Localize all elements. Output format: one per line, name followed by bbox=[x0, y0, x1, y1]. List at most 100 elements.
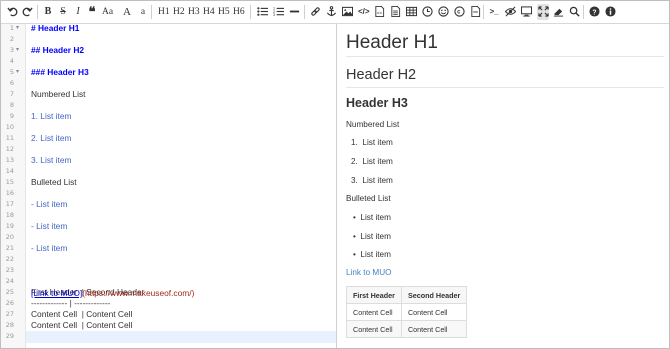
code-icon[interactable]: </> bbox=[358, 4, 370, 20]
redo-icon[interactable] bbox=[22, 4, 33, 20]
undo-icon[interactable] bbox=[7, 4, 18, 20]
bold-icon[interactable]: B bbox=[43, 4, 53, 20]
h2-button[interactable]: H2 bbox=[173, 4, 185, 20]
lowercase-icon[interactable]: a bbox=[138, 4, 148, 20]
preview-icon[interactable] bbox=[521, 4, 532, 20]
bulleted-list-item: • List item bbox=[353, 213, 391, 222]
horizontal-rule-icon[interactable] bbox=[289, 4, 300, 20]
markdown-link-url: (https://www.makeuseof.com/) bbox=[82, 288, 195, 298]
search-icon[interactable] bbox=[569, 4, 580, 20]
h3-button[interactable]: H3 bbox=[188, 4, 200, 20]
code-line-23[interactable]: [Link to MUO](https://www.makeuseof.com/… bbox=[31, 288, 194, 298]
h4-button[interactable]: H4 bbox=[203, 4, 215, 20]
line-number: 27 bbox=[5, 310, 14, 318]
h6-button[interactable]: H6 bbox=[233, 4, 245, 20]
line-number: 22 bbox=[5, 255, 14, 263]
datetime-icon[interactable] bbox=[422, 4, 433, 20]
line-number: 16 bbox=[5, 189, 14, 197]
code-line-28[interactable]: Content Cell | Content Cell bbox=[31, 320, 132, 330]
fold-marker-icon[interactable]: ▾ bbox=[16, 68, 19, 75]
fold-marker-icon[interactable]: ▾ bbox=[16, 24, 19, 31]
code-line-3[interactable]: ## Header H2 bbox=[31, 45, 84, 55]
svg-text:c: c bbox=[457, 10, 461, 16]
code-line-13[interactable]: 3. List item bbox=[31, 155, 72, 165]
quote-icon[interactable]: ❝ bbox=[87, 4, 97, 20]
numbered-list-item: 2. List item bbox=[351, 157, 393, 166]
code-block-icon[interactable]: <> bbox=[374, 4, 385, 20]
line-number: 23 bbox=[5, 266, 14, 274]
preview-h2: Header H2 bbox=[346, 67, 417, 83]
html-preview: Header H1 Header H2 Header H3 Numbered L… bbox=[337, 24, 669, 348]
active-line-highlight bbox=[26, 331, 336, 343]
markdown-editor-window: B S I ❝ Aa A a H1 H2 H3 H4 H5 H6 123 </>… bbox=[0, 0, 670, 349]
line-number: 26 bbox=[5, 299, 14, 307]
watch-icon[interactable] bbox=[505, 4, 516, 20]
line-number: 14 bbox=[5, 167, 14, 175]
toolbar-separator bbox=[583, 5, 584, 19]
svg-text:<>: <> bbox=[377, 10, 383, 15]
bulleted-list-item: • List item bbox=[353, 232, 391, 241]
table-row: Content Cell Content Cell bbox=[346, 303, 468, 321]
toolbar: B S I ❝ Aa A a H1 H2 H3 H4 H5 H6 123 </>… bbox=[1, 1, 669, 24]
svg-text:?: ? bbox=[592, 9, 596, 16]
numbered-list-item: 3. List item bbox=[351, 176, 393, 185]
code-line-15[interactable]: Bulleted List bbox=[31, 177, 77, 187]
help-icon[interactable]: ? bbox=[589, 4, 600, 20]
html-entities-icon[interactable]: c bbox=[454, 4, 465, 20]
bulleted-list-icon[interactable] bbox=[257, 4, 268, 20]
h5-button[interactable]: H5 bbox=[218, 4, 230, 20]
line-number: 2 bbox=[9, 35, 14, 43]
line-number: 4 bbox=[9, 57, 14, 65]
line-number: 24 bbox=[5, 277, 14, 285]
table-icon[interactable] bbox=[406, 4, 417, 20]
strikethrough-icon[interactable]: S bbox=[58, 4, 68, 20]
table-cell: Content Cell bbox=[400, 303, 468, 321]
line-number: 6 bbox=[9, 79, 14, 87]
markdown-editor[interactable]: 1 2 3 4 5 6 7 8 9 10 11 12 13 14 15 16 17 18 19 20 21 22 23 24 2… bbox=[1, 24, 336, 348]
line-number-gutter: 1 2 3 4 5 6 7 8 9 10 11 12 13 14 15 16 17 18 19 20 21 22 23 24 2… bbox=[1, 24, 26, 348]
toolbar-separator bbox=[37, 5, 38, 19]
document-icon[interactable] bbox=[390, 4, 401, 20]
table-header-cell: First Header bbox=[346, 286, 402, 304]
line-number: 10 bbox=[5, 123, 14, 131]
toolbar-separator bbox=[304, 5, 305, 19]
italic-icon[interactable]: I bbox=[73, 4, 83, 20]
markdown-link-text: [Link to MUO] bbox=[31, 288, 83, 298]
line-number: 5 bbox=[9, 68, 14, 76]
toolbar-separator bbox=[151, 5, 152, 19]
h1-button[interactable]: H1 bbox=[158, 4, 170, 20]
anchor-icon[interactable] bbox=[326, 4, 337, 20]
code-line-19[interactable]: - List item bbox=[31, 221, 67, 231]
code-line-21[interactable]: - List item bbox=[31, 243, 67, 253]
numbered-list-item: 1. List item bbox=[351, 138, 393, 147]
line-number: 28 bbox=[5, 321, 14, 329]
toolbar-separator bbox=[250, 5, 251, 19]
line-number: 1 bbox=[9, 24, 14, 32]
code-line-27[interactable]: Content Cell | Content Cell bbox=[31, 309, 132, 319]
uppercase-icon[interactable]: Aa bbox=[102, 4, 113, 20]
line-number: 20 bbox=[5, 233, 14, 241]
code-line-11[interactable]: 2. List item bbox=[31, 133, 72, 143]
uppercase-first-icon[interactable]: A bbox=[122, 4, 132, 20]
code-line-5[interactable]: ### Header H3 bbox=[31, 67, 89, 77]
code-line-7[interactable]: Numbered List bbox=[31, 89, 85, 99]
code-line-26[interactable]: ------------- | ------------- bbox=[31, 298, 110, 308]
line-number: 12 bbox=[5, 145, 14, 153]
table-cell: Content Cell bbox=[346, 320, 402, 338]
code-line-9[interactable]: 1. List item bbox=[31, 111, 72, 121]
code-line-1[interactable]: # Header H1 bbox=[31, 24, 79, 33]
image-icon[interactable] bbox=[342, 4, 353, 20]
numbered-list-icon[interactable]: 123 bbox=[273, 4, 284, 20]
clear-icon[interactable] bbox=[553, 4, 564, 20]
preview-link[interactable]: Link to MUO bbox=[346, 268, 392, 277]
line-number: 18 bbox=[5, 211, 14, 219]
emoji-icon[interactable] bbox=[438, 4, 449, 20]
terminal-icon[interactable]: >_ bbox=[489, 4, 499, 20]
fullscreen-icon[interactable] bbox=[537, 4, 549, 20]
pagebreak-icon[interactable] bbox=[470, 4, 481, 20]
info-icon[interactable] bbox=[605, 4, 616, 20]
fold-marker-icon[interactable]: ▾ bbox=[16, 46, 19, 53]
link-icon[interactable] bbox=[310, 4, 321, 20]
preview-table: First Header Second Header Content Cell … bbox=[346, 286, 468, 338]
code-line-17[interactable]: - List item bbox=[31, 199, 67, 209]
